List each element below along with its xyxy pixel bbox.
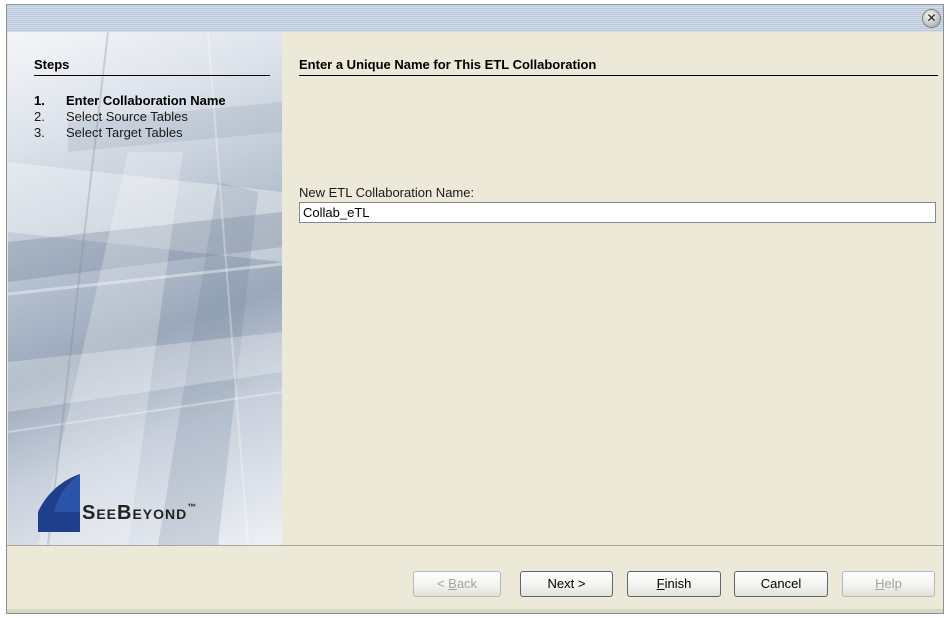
steps-sidebar: Steps 1. Enter Collaboration Name 2. Selec…	[8, 32, 282, 545]
bottom-edge	[7, 609, 943, 613]
next-button[interactable]: Next >	[520, 571, 613, 597]
cancel-button[interactable]: Cancel	[734, 571, 828, 597]
step-1: 1. Enter Collaboration Name	[34, 93, 226, 108]
step-number: 1.	[34, 93, 45, 108]
steps-divider	[34, 75, 270, 76]
step-label: Enter Collaboration Name	[66, 93, 226, 108]
next-button-label: Next >	[547, 576, 586, 591]
collaboration-name-label: New ETL Collaboration Name:	[299, 185, 475, 200]
step-2: 2. Select Source Tables	[34, 109, 188, 124]
title-bar[interactable]: ✕	[7, 5, 943, 32]
back-button-prefix: <	[436, 576, 449, 591]
finish-button[interactable]: Finish	[627, 571, 721, 597]
steps-heading: Steps	[34, 57, 70, 72]
page-title: Enter a Unique Name for This ETL Collabo…	[299, 57, 597, 72]
title-divider	[299, 75, 938, 76]
help-button-label: elp	[884, 576, 902, 591]
logo-wordmark: SeeBeyond	[82, 502, 188, 524]
step-number: 2.	[34, 109, 45, 124]
logo-trademark: ™	[187, 502, 198, 512]
step-3: 3. Select Target Tables	[34, 125, 183, 140]
back-button[interactable]: < Back	[413, 571, 501, 597]
back-button-label: ack	[456, 576, 478, 591]
seebeyond-logo-icon	[38, 474, 80, 532]
etl-wizard-dialog: ✕ Steps 1. Enter Collaboration Name 2. Sel…	[6, 4, 944, 614]
footer-divider	[7, 545, 943, 546]
step-label: Select Target Tables	[66, 125, 183, 140]
back-button-accelerator: B	[448, 576, 457, 591]
help-button[interactable]: Help	[842, 571, 935, 597]
step-number: 3.	[34, 125, 45, 140]
help-button-accelerator: H	[875, 576, 885, 591]
close-icon[interactable]: ✕	[923, 10, 940, 27]
collaboration-name-input[interactable]	[299, 202, 936, 223]
seebeyond-logo-text: SeeBeyond™	[82, 502, 197, 525]
cancel-button-label: Cancel	[760, 576, 802, 591]
finish-button-accelerator: F	[656, 576, 665, 591]
finish-button-label: inish	[664, 576, 692, 591]
step-label: Select Source Tables	[66, 109, 188, 124]
